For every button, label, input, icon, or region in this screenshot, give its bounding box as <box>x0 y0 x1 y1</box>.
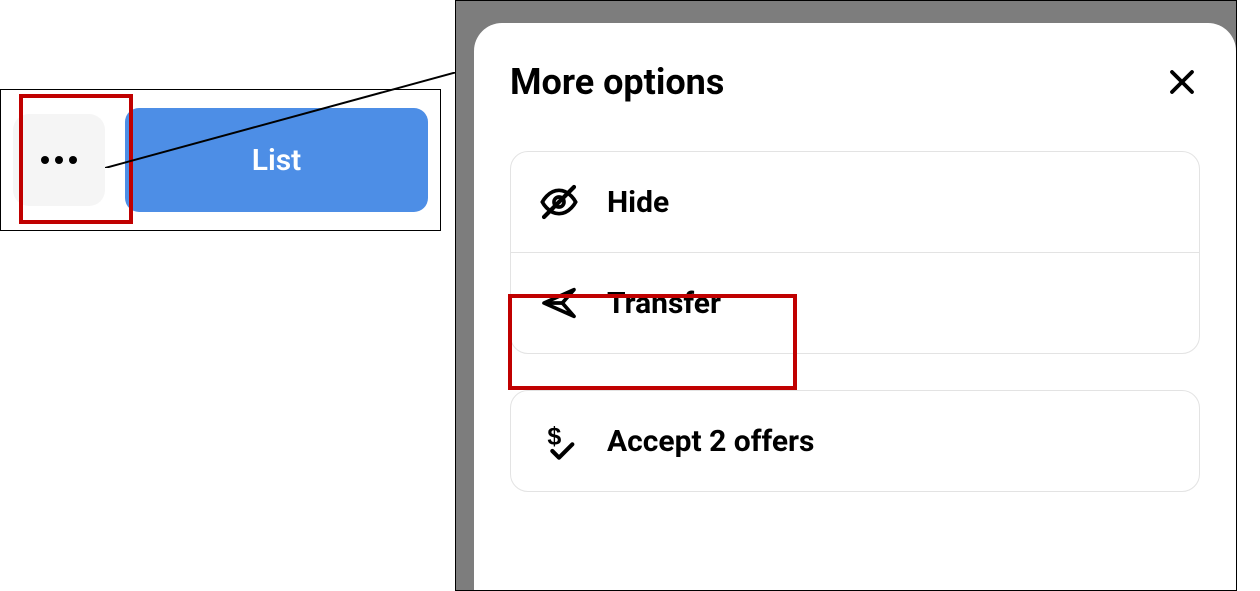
eye-off-icon <box>539 182 579 222</box>
svg-text:$: $ <box>547 422 561 450</box>
option-label: Hide <box>607 185 669 220</box>
send-icon <box>539 283 579 323</box>
list-button-label: List <box>252 143 302 178</box>
option-hide[interactable]: Hide <box>511 152 1199 252</box>
option-group-2: $ Accept 2 offers <box>510 390 1200 492</box>
ellipsis-icon <box>41 156 77 164</box>
toolbar-panel: List <box>0 89 441 231</box>
dollar-check-icon: $ <box>539 421 579 461</box>
close-button[interactable] <box>1164 64 1200 100</box>
option-label: Transfer <box>607 286 721 321</box>
option-transfer[interactable]: Transfer <box>511 252 1199 353</box>
modal-header: More options <box>510 61 1200 103</box>
option-accept-offers[interactable]: $ Accept 2 offers <box>511 391 1199 491</box>
more-options-button[interactable] <box>13 114 105 206</box>
more-options-modal: More options Hide <box>474 23 1236 590</box>
modal-backdrop: More options Hide <box>455 0 1237 591</box>
option-label: Accept 2 offers <box>607 424 814 459</box>
close-icon <box>1167 67 1197 97</box>
option-group-1: Hide Transfer <box>510 151 1200 354</box>
modal-title: More options <box>510 61 724 103</box>
list-button[interactable]: List <box>125 108 428 212</box>
